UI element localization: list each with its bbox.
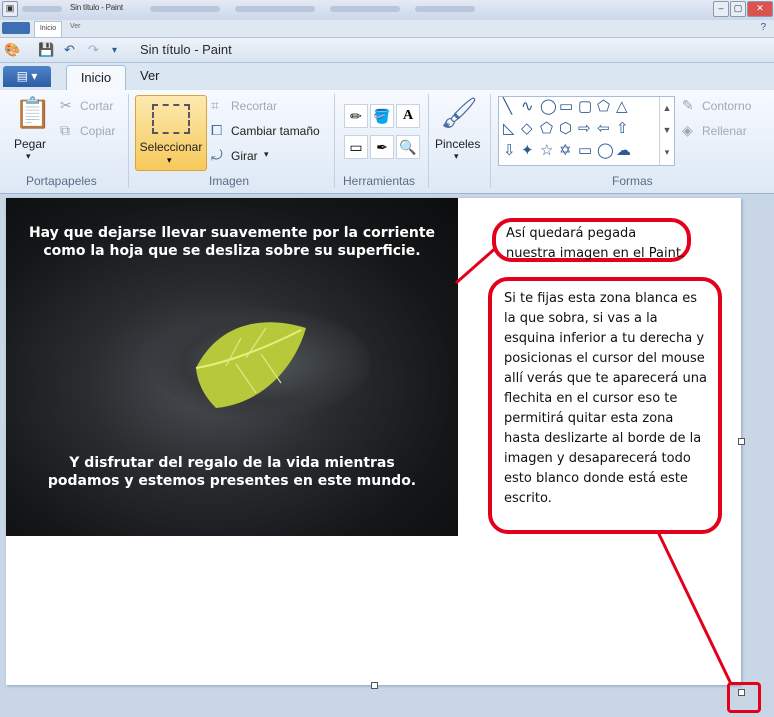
oval-callout-shape-icon[interactable]: ◯ <box>597 141 614 159</box>
background-window-tabs: Inicio Ver ? <box>0 20 774 38</box>
crop-icon[interactable]: ⌗ <box>211 97 219 114</box>
select-icon <box>152 104 190 134</box>
select-dropdown-icon: ▾ <box>167 155 172 165</box>
save-icon[interactable]: 💾 <box>38 42 54 58</box>
group-label-formas: Formas <box>612 174 653 188</box>
callout-pasted-image: Así quedará pegada nuestra imagen en el … <box>492 218 691 262</box>
color-picker-icon[interactable]: ✒ <box>370 135 394 159</box>
resize-button[interactable]: Cambiar tamaño <box>231 124 320 138</box>
copy-button[interactable]: Copiar <box>80 124 115 138</box>
select-button[interactable]: Seleccionar ▾ <box>135 95 207 171</box>
shapes-gallery[interactable]: ╲ ∿ ◯ ▭ ▢ ⬠ △ ◺ ◇ ⬠ ⬡ ⇨ ⇦ ⇧ ⇩ ✦ ☆ ✡ ▭ ◯ … <box>498 96 675 166</box>
shapes-scroll[interactable]: ▲ ▼ ▾ <box>659 97 674 165</box>
ribbon-separator <box>490 94 491 188</box>
window-titlebar: 🎨 💾 ↶ ↷ ▾ Sin título - Paint <box>0 38 774 63</box>
undo-icon[interactable]: ↶ <box>64 42 75 58</box>
triangle-shape-icon[interactable]: △ <box>616 97 628 115</box>
brushes-dropdown-icon[interactable]: ▾ <box>454 151 459 162</box>
left-arrow-shape-icon[interactable]: ⇦ <box>597 119 610 137</box>
callout-white-area: Si te fijas esta zona blanca es la que s… <box>488 277 722 534</box>
redo-icon[interactable]: ↷ <box>88 42 99 58</box>
polygon-shape-icon[interactable]: ⬠ <box>597 97 610 115</box>
right-arrow-shape-icon[interactable]: ⇨ <box>578 119 591 137</box>
six-point-star-shape-icon[interactable]: ✡ <box>559 141 572 159</box>
paint-app-icon: 🎨 <box>4 42 21 57</box>
app-icon: ▣ <box>2 1 18 17</box>
hexagon-shape-icon[interactable]: ⬡ <box>559 119 572 137</box>
text-tool-icon[interactable]: A <box>396 104 420 128</box>
fill-icon[interactable]: ◈ <box>682 122 693 139</box>
close-button[interactable]: ✕ <box>747 1 773 17</box>
quick-access-blur <box>22 6 62 12</box>
cut-icon[interactable]: ✂ <box>60 97 72 114</box>
copy-icon[interactable]: ⧉ <box>60 122 70 139</box>
group-label-imagen: Imagen <box>209 174 250 188</box>
eraser-icon[interactable]: ▭ <box>344 135 368 159</box>
cloud-callout-shape-icon[interactable]: ☁ <box>616 141 631 159</box>
outline-icon[interactable]: ✎ <box>682 97 694 114</box>
ribbon-separator <box>334 94 335 188</box>
ribbon: 📋 Pegar ▾ ✂ Cortar ⧉ Copiar Portapapeles… <box>0 90 774 194</box>
rotate-button[interactable]: Girar <box>231 149 258 163</box>
brushes-button-label[interactable]: Pinceles <box>435 137 480 151</box>
canvas[interactable]: Hay que dejarse llevar suavemente por la… <box>6 198 745 689</box>
blurred-tab <box>330 6 400 12</box>
curve-shape-icon[interactable]: ∿ <box>521 97 534 115</box>
five-point-star-shape-icon[interactable]: ☆ <box>540 141 553 159</box>
paste-dropdown-icon[interactable]: ▾ <box>26 151 31 162</box>
resize-handle-right[interactable] <box>738 438 745 445</box>
rotate-icon[interactable]: ⤾ <box>211 147 223 164</box>
blurred-tab <box>415 6 475 12</box>
blurred-tab <box>150 6 220 12</box>
brushes-icon[interactable]: 🖌 <box>440 96 478 131</box>
background-tab-inicio: Inicio <box>34 21 62 37</box>
minimize-button[interactable]: – <box>713 1 729 17</box>
cut-button[interactable]: Cortar <box>80 99 113 113</box>
ribbon-separator <box>128 94 129 188</box>
tab-inicio[interactable]: Inicio <box>66 65 126 91</box>
paste-icon[interactable]: 📋 <box>14 96 51 131</box>
rect-callout-shape-icon[interactable]: ▭ <box>578 141 592 159</box>
background-window-titlebar: ▣ Sin título - Paint – ▢ ✕ <box>0 0 774 21</box>
customize-toolbar-icon[interactable]: ▾ <box>112 45 117 56</box>
diamond-shape-icon[interactable]: ◇ <box>521 119 533 137</box>
rotate-dropdown-icon[interactable]: ▾ <box>264 149 269 160</box>
group-label-herramientas: Herramientas <box>343 174 416 188</box>
background-tab-ver: Ver <box>70 23 81 30</box>
window-title: Sin título - Paint <box>140 42 232 57</box>
outline-button[interactable]: Contorno <box>702 99 751 113</box>
corner-highlight-box <box>727 682 761 713</box>
magnifier-icon[interactable]: 🔍 <box>396 135 420 159</box>
paint-menu-button[interactable]: ▤ ▾ <box>3 66 51 87</box>
up-arrow-shape-icon[interactable]: ⇧ <box>616 119 629 137</box>
oval-shape-icon[interactable]: ◯ <box>540 97 557 115</box>
ribbon-separator <box>428 94 429 188</box>
rounded-rectangle-shape-icon[interactable]: ▢ <box>578 97 592 115</box>
four-point-star-shape-icon[interactable]: ✦ <box>521 141 534 159</box>
rectangle-shape-icon[interactable]: ▭ <box>559 97 573 115</box>
down-arrow-shape-icon[interactable]: ⇩ <box>503 141 516 159</box>
background-app-menu <box>2 22 30 34</box>
paste-button-label[interactable]: Pegar <box>14 137 46 151</box>
blurred-tab <box>235 6 315 12</box>
tab-ver[interactable]: Ver <box>140 68 160 83</box>
resize-handle-bottom[interactable] <box>371 682 378 689</box>
canvas-area: Hay que dejarse llevar suavemente por la… <box>0 194 774 717</box>
line-shape-icon[interactable]: ╲ <box>503 97 512 115</box>
resize-icon[interactable]: ⧠ <box>211 122 222 139</box>
maximize-button[interactable]: ▢ <box>730 1 746 17</box>
ribbon-tab-row: ▤ ▾ Inicio Ver <box>0 63 774 91</box>
background-window-title: Sin título - Paint <box>70 3 123 12</box>
right-triangle-shape-icon[interactable]: ◺ <box>503 119 515 137</box>
fill-bucket-icon[interactable]: 🪣 <box>370 104 394 128</box>
crop-button[interactable]: Recortar <box>231 99 277 113</box>
fill-button[interactable]: Rellenar <box>702 124 747 138</box>
group-label-portapapeles: Portapapeles <box>26 174 97 188</box>
pentagon-shape-icon[interactable]: ⬠ <box>540 119 553 137</box>
pencil-icon[interactable]: ✏ <box>344 104 368 128</box>
help-icon[interactable]: ? <box>760 22 766 33</box>
select-button-label: Seleccionar <box>139 140 203 154</box>
